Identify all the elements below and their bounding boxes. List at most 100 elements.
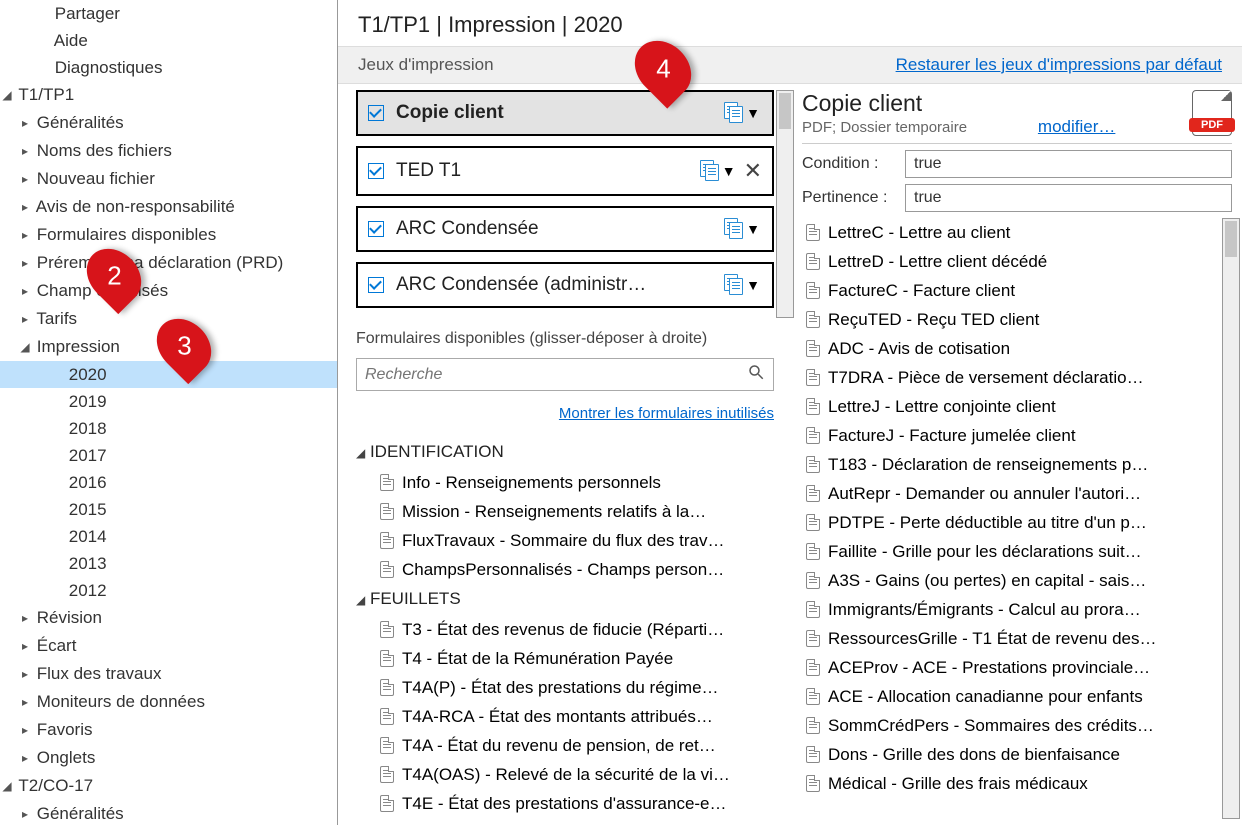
- chevron-down-icon[interactable]: ▼: [722, 163, 736, 179]
- print-set-item[interactable]: TED T1 ▼ ✕: [356, 146, 774, 196]
- sets-scrollbar[interactable]: [776, 90, 794, 318]
- search-input[interactable]: [365, 366, 747, 384]
- available-form-item[interactable]: Mission - Renseignements relatifs à la…: [356, 497, 774, 526]
- available-form-item[interactable]: T4A(P) - État des prestations du régime…: [356, 673, 774, 702]
- form-group-header[interactable]: ◢ IDENTIFICATION: [356, 437, 774, 468]
- sidebar-item[interactable]: Partager: [0, 0, 337, 27]
- restore-defaults-link[interactable]: Restaurer les jeux d'impressions par déf…: [896, 55, 1222, 75]
- sidebar-item[interactable]: ▸ Écart: [0, 632, 337, 660]
- available-form-item[interactable]: T3 - État des revenus de fiducie (Répart…: [356, 615, 774, 644]
- chevron-down-icon[interactable]: ▼: [746, 277, 760, 293]
- sidebar-item[interactable]: ▸ Généralités: [0, 109, 337, 137]
- modify-link[interactable]: modifier…: [1038, 117, 1115, 136]
- chevron-down-icon[interactable]: ▼: [746, 221, 760, 237]
- available-form-item[interactable]: Info - Renseignements personnels: [356, 468, 774, 497]
- sidebar-item[interactable]: ▸ Généralités: [0, 800, 337, 825]
- selected-form-item[interactable]: LettreJ - Lettre conjointe client: [802, 392, 1240, 421]
- available-form-item[interactable]: ChampsPersonnalisés - Champs person…: [356, 555, 774, 584]
- sidebar-item-label: Préremplir ma déclaration (PRD): [37, 253, 284, 272]
- selected-form-item[interactable]: AutRepr - Demander ou annuler l'autori…: [802, 479, 1240, 508]
- sidebar-item[interactable]: ▸ Champ onnalisés: [0, 277, 337, 305]
- checkbox-icon[interactable]: [368, 221, 384, 237]
- available-form-item[interactable]: T4A(OAS) - Relevé de la sécurité de la v…: [356, 760, 774, 789]
- search-icon[interactable]: [747, 363, 765, 386]
- available-form-item[interactable]: T4A - État du revenu de pension, de ret…: [356, 731, 774, 760]
- available-form-item[interactable]: T4A-RCA - État des montants attribués…: [356, 702, 774, 731]
- form-item-label: ChampsPersonnalisés - Champs person…: [402, 555, 724, 584]
- selected-form-item[interactable]: SommCrédPers - Sommaires des crédits…: [802, 711, 1240, 740]
- sidebar-item[interactable]: ◢ T1/TP1: [0, 81, 337, 109]
- sidebar-item[interactable]: ▸ Préremplir ma déclaration (PRD): [0, 249, 337, 277]
- copy-icon[interactable]: [724, 218, 746, 240]
- checkbox-icon[interactable]: [368, 105, 384, 121]
- available-form-item[interactable]: T4E - État des prestations d'assurance-e…: [356, 789, 774, 818]
- form-item-label: FactureC - Facture client: [828, 276, 1015, 305]
- available-forms-label: Formulaires disponibles (glisser-déposer…: [356, 330, 786, 348]
- selected-form-item[interactable]: Faillite - Grille pour les déclarations …: [802, 537, 1240, 566]
- sidebar-item[interactable]: 2014: [0, 523, 337, 550]
- sidebar-item[interactable]: 2016: [0, 469, 337, 496]
- sidebar-item[interactable]: ▸ Favoris: [0, 716, 337, 744]
- sidebar-item[interactable]: 2013: [0, 550, 337, 577]
- print-set-label: Copie client: [396, 102, 724, 124]
- sidebar-item[interactable]: 2012: [0, 577, 337, 604]
- selected-form-item[interactable]: LettreC - Lettre au client: [802, 218, 1240, 247]
- selected-form-item[interactable]: FactureC - Facture client: [802, 276, 1240, 305]
- checkbox-icon[interactable]: [368, 163, 384, 179]
- form-item-label: LettreD - Lettre client décédé: [828, 247, 1047, 276]
- copy-icon[interactable]: [700, 160, 722, 182]
- tree-arrow-icon: ▸: [18, 250, 32, 277]
- selected-form-item[interactable]: ReçuTED - Reçu TED client: [802, 305, 1240, 334]
- selected-form-item[interactable]: FactureJ - Facture jumelée client: [802, 421, 1240, 450]
- sidebar-item[interactable]: ▸ Noms des fichiers: [0, 137, 337, 165]
- sidebar-item[interactable]: ▸ Nouveau fichier: [0, 165, 337, 193]
- document-icon: [806, 456, 820, 473]
- sidebar-item[interactable]: ▸ Onglets: [0, 744, 337, 772]
- sidebar-item[interactable]: Diagnostiques: [0, 54, 337, 81]
- selected-form-item[interactable]: Dons - Grille des dons de bienfaisance: [802, 740, 1240, 769]
- copy-icon[interactable]: [724, 274, 746, 296]
- document-icon: [380, 650, 394, 667]
- show-unused-link[interactable]: Montrer les formulaires inutilisés: [559, 405, 774, 422]
- selected-form-item[interactable]: RessourcesGrille - T1 État de revenu des…: [802, 624, 1240, 653]
- selected-form-item[interactable]: T183 - Déclaration de renseignements p…: [802, 450, 1240, 479]
- selected-form-item[interactable]: Immigrants/Émigrants - Calcul au prora…: [802, 595, 1240, 624]
- selected-form-item[interactable]: T7DRA - Pièce de versement déclaratio…: [802, 363, 1240, 392]
- tree-arrow-icon: ▸: [18, 138, 32, 165]
- form-item-label: Médical - Grille des frais médicaux: [828, 769, 1088, 798]
- selected-form-item[interactable]: ACE - Allocation canadianne pour enfants: [802, 682, 1240, 711]
- forms-scrollbar[interactable]: [1222, 218, 1240, 819]
- sidebar-item[interactable]: ▸ Avis de non-responsabilité: [0, 193, 337, 221]
- print-set-item[interactable]: ARC Condensée (administr… ▼: [356, 262, 774, 308]
- document-icon: [380, 679, 394, 696]
- sidebar-item[interactable]: ▸ Flux des travaux: [0, 660, 337, 688]
- sidebar-item[interactable]: ◢ T2/CO-17: [0, 772, 337, 800]
- available-form-item[interactable]: FluxTravaux - Sommaire du flux des trav…: [356, 526, 774, 555]
- sidebar-item[interactable]: ▸ Formulaires disponibles: [0, 221, 337, 249]
- condition-input[interactable]: [905, 150, 1232, 178]
- print-set-item[interactable]: Copie client ▼: [356, 90, 774, 136]
- selected-form-item[interactable]: Médical - Grille des frais médicaux: [802, 769, 1240, 798]
- print-set-item[interactable]: ARC Condensée ▼: [356, 206, 774, 252]
- selected-form-item[interactable]: LettreD - Lettre client décédé: [802, 247, 1240, 276]
- sidebar-item[interactable]: 2015: [0, 496, 337, 523]
- selected-form-item[interactable]: ACEProv - ACE - Prestations provinciale…: [802, 653, 1240, 682]
- sidebar-item[interactable]: Aide: [0, 27, 337, 54]
- checkbox-icon[interactable]: [368, 277, 384, 293]
- copy-icon[interactable]: [724, 102, 746, 124]
- document-icon: [806, 282, 820, 299]
- sidebar-item[interactable]: 2018: [0, 415, 337, 442]
- pertinence-input[interactable]: [905, 184, 1232, 212]
- sidebar-item[interactable]: 2017: [0, 442, 337, 469]
- selected-form-item[interactable]: A3S - Gains (ou pertes) en capital - sai…: [802, 566, 1240, 595]
- document-icon: [806, 630, 820, 647]
- sidebar-item[interactable]: ▸ Révision: [0, 604, 337, 632]
- selected-form-item[interactable]: PDTPE - Perte déductible au titre d'un p…: [802, 508, 1240, 537]
- available-form-item[interactable]: T4 - État de la Rémunération Payée: [356, 644, 774, 673]
- chevron-down-icon[interactable]: ▼: [746, 105, 760, 121]
- form-group-header[interactable]: ◢ FEUILLETS: [356, 584, 774, 615]
- close-icon[interactable]: ✕: [744, 158, 762, 184]
- sidebar-item[interactable]: 2019: [0, 388, 337, 415]
- selected-form-item[interactable]: ADC - Avis de cotisation: [802, 334, 1240, 363]
- sidebar-item[interactable]: ▸ Moniteurs de données: [0, 688, 337, 716]
